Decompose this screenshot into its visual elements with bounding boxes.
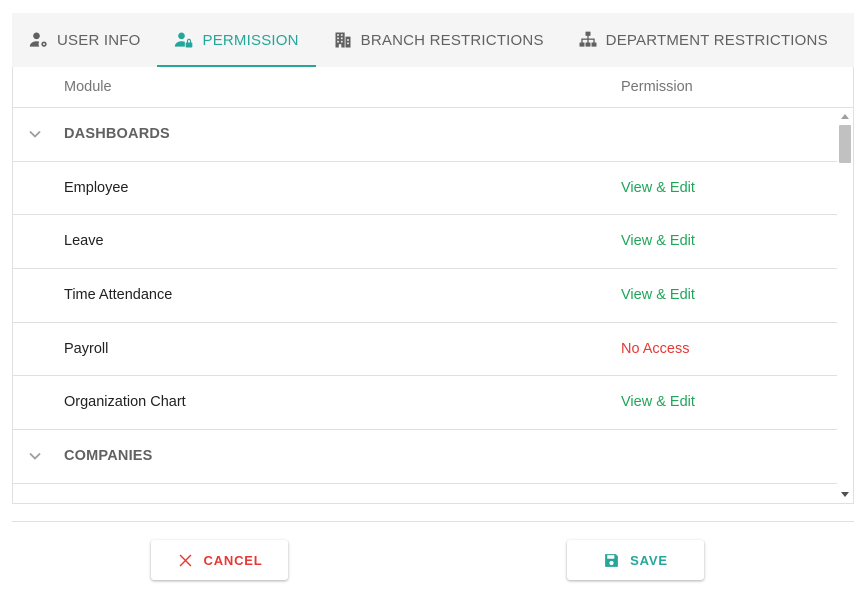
group-row-dashboards[interactable]: DASHBOARDS <box>13 108 837 162</box>
tab-label: USER INFO <box>57 31 141 49</box>
tab-department-restrictions[interactable]: DEPARTMENT RESTRICTIONS <box>561 13 845 67</box>
module-cell: Time Attendance <box>64 287 173 304</box>
table-row[interactable]: Employee View & Edit <box>13 162 837 216</box>
column-header-module[interactable]: Module <box>64 79 112 95</box>
table-row[interactable]: Time Attendance View & Edit <box>13 269 837 323</box>
building-icon <box>335 32 351 48</box>
module-cell: Payroll <box>64 340 109 357</box>
cancel-button[interactable]: CANCEL <box>151 540 288 580</box>
save-button[interactable]: SAVE <box>567 540 704 580</box>
module-cell: Leave <box>64 233 104 250</box>
chevron-down-icon[interactable] <box>28 127 42 141</box>
table-row[interactable]: Leave View & Edit <box>13 215 837 270</box>
group-label: DASHBOARDS <box>64 126 170 142</box>
cancel-label: CANCEL <box>203 552 263 568</box>
permission-cell[interactable]: View & Edit <box>621 394 695 410</box>
tab-bar: USER INFO PERMISSION BRANCH RESTRICTIONS <box>12 13 854 67</box>
tab-permission[interactable]: PERMISSION <box>157 13 316 67</box>
tab-label: DEPARTMENT RESTRICTIONS <box>605 31 828 49</box>
scrollbar-thumb[interactable] <box>839 125 851 163</box>
sitemap-icon <box>579 31 597 47</box>
chevron-down-icon[interactable] <box>28 449 42 463</box>
permission-cell[interactable]: View & Edit <box>621 180 695 196</box>
module-cell: Organization Chart <box>64 394 186 411</box>
permission-grid: Module Permission DASHBOARDS Employee Vi… <box>12 67 854 504</box>
vertical-scrollbar[interactable] <box>837 108 853 503</box>
group-row-companies[interactable]: COMPANIES <box>13 430 837 484</box>
permission-cell[interactable]: No Access <box>621 341 690 357</box>
group-label: COMPANIES <box>64 448 153 465</box>
footer-divider <box>12 521 854 522</box>
permission-cell[interactable]: View & Edit <box>621 287 695 303</box>
user-gear-icon <box>29 32 47 47</box>
save-label: SAVE <box>630 552 668 568</box>
tab-branch-restrictions[interactable]: BRANCH RESTRICTIONS <box>316 13 561 67</box>
floppy-disk-icon <box>605 553 619 567</box>
user-lock-icon <box>175 32 193 48</box>
tab-label: PERMISSION <box>202 31 299 49</box>
table-row[interactable]: Payroll No Access <box>13 323 837 377</box>
table-row[interactable]: Organization Chart View & Edit <box>13 376 837 431</box>
column-header-permission[interactable]: Permission <box>621 79 693 95</box>
permission-cell[interactable]: View & Edit <box>621 233 695 249</box>
scroll-down-arrow-icon[interactable] <box>841 492 849 497</box>
grid-header: Module Permission <box>13 67 853 108</box>
close-icon <box>179 554 191 566</box>
grid-rows: DASHBOARDS Employee View & Edit Leave Vi… <box>13 108 837 484</box>
tab-user-info[interactable]: USER INFO <box>12 13 157 67</box>
tab-label: BRANCH RESTRICTIONS <box>360 31 544 49</box>
scroll-up-arrow-icon[interactable] <box>841 114 849 119</box>
module-cell: Employee <box>64 179 129 196</box>
